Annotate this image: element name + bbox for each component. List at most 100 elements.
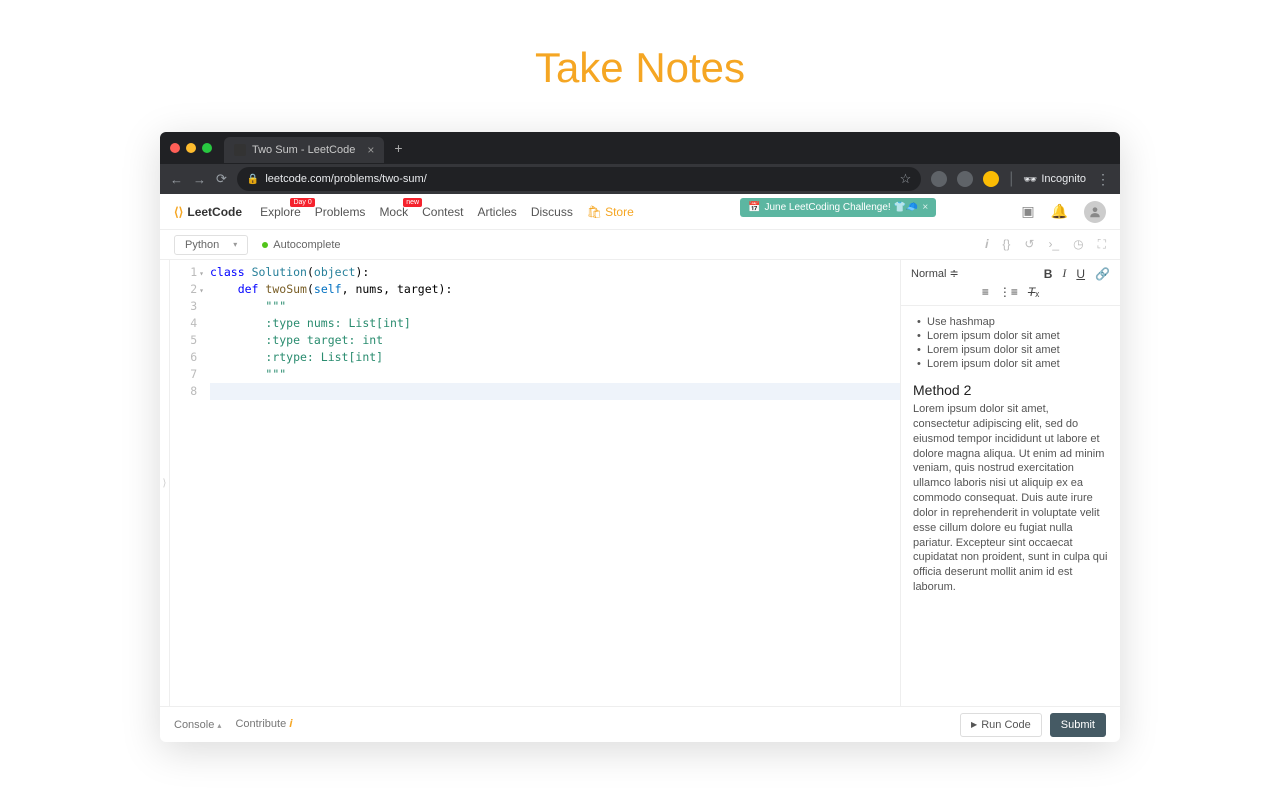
timer-icon[interactable]: ◷ — [1073, 237, 1083, 252]
code-line[interactable]: class Solution(object): — [210, 264, 900, 281]
line-number: 6 — [170, 349, 204, 366]
logo[interactable]: ⟨⟩ LeetCode — [174, 205, 242, 219]
code-line[interactable]: :type target: int — [210, 332, 900, 349]
language-label: Python — [185, 239, 219, 251]
bold-button[interactable]: B — [1044, 267, 1053, 281]
lock-icon: 🔒 — [247, 174, 259, 185]
code-line[interactable]: """ — [210, 366, 900, 383]
note-bullet[interactable]: Lorem ipsum dolor sit amet — [913, 330, 1108, 342]
line-number: 4 — [170, 315, 204, 332]
line-gutter: 1▾2▾3 4 5 6 7 8 — [170, 264, 210, 706]
line-number: 8 — [170, 383, 204, 400]
note-bullet[interactable]: Use hashmap — [913, 316, 1108, 328]
extension-icon[interactable] — [983, 171, 999, 187]
user-avatar[interactable] — [1084, 201, 1106, 223]
extension-icon[interactable] — [957, 171, 973, 187]
panel-resize-handle[interactable]: ⟩ — [160, 260, 170, 706]
chevron-down-icon: ▾ — [233, 240, 237, 249]
run-label: Run Code — [981, 719, 1031, 731]
close-window-button[interactable] — [170, 143, 180, 153]
banner-text: June LeetCoding Challenge! 👕🧢 — [764, 202, 918, 213]
code-line[interactable]: def twoSum(self, nums, target): — [210, 281, 900, 298]
italic-button[interactable]: I — [1062, 266, 1066, 281]
note-bullet[interactable]: Lorem ipsum dolor sit amet — [913, 358, 1108, 370]
code-editor[interactable]: 1▾2▾3 4 5 6 7 8 class Solution(object): … — [170, 260, 900, 706]
code-lines[interactable]: class Solution(object): def twoSum(self,… — [210, 264, 900, 706]
clear-format-button[interactable]: Tₓ — [1028, 285, 1039, 299]
nav-articles[interactable]: Articles — [477, 205, 516, 219]
notes-content[interactable]: Use hashmap Lorem ipsum dolor sit amet Lor… — [901, 306, 1120, 706]
fullscreen-icon[interactable]: ⛶ — [1098, 237, 1106, 252]
star-icon[interactable]: ☆ — [900, 171, 912, 187]
ordered-list-button[interactable]: ≡ — [982, 285, 989, 299]
logo-icon: ⟨⟩ — [174, 205, 183, 219]
nav-badge: new — [403, 198, 422, 207]
terminal-icon[interactable]: ›_ — [1048, 237, 1059, 252]
nav-label: Store — [605, 205, 634, 219]
nav-store[interactable]: 🛍 Store — [587, 205, 634, 219]
code-line[interactable] — [210, 383, 900, 400]
browser-menu-icon[interactable]: ⋮ — [1096, 171, 1110, 188]
browser-window: Two Sum - LeetCode × + ← → ⟳ 🔒 leetcode.… — [160, 132, 1120, 742]
run-code-button[interactable]: ▶ Run Code — [960, 713, 1042, 737]
code-line[interactable]: """ — [210, 298, 900, 315]
extension-icon[interactable] — [931, 171, 947, 187]
submit-button[interactable]: Submit — [1050, 713, 1106, 737]
user-icon — [1088, 205, 1102, 219]
notes-toolbar: Normal ≑ B I U 🔗 ≡ ⋮≡ Tₓ — [901, 260, 1120, 306]
format-selector[interactable]: Normal ≑ — [911, 267, 959, 280]
incognito-label: Incognito — [1041, 173, 1086, 185]
notes-heading[interactable]: Method 2 — [913, 382, 1108, 398]
language-selector[interactable]: Python ▾ — [174, 235, 248, 255]
reload-button[interactable]: ⟳ — [216, 171, 227, 187]
tab-favicon — [234, 144, 246, 156]
playground-icon[interactable]: ▣ — [1021, 203, 1034, 220]
line-number: 3 — [170, 298, 204, 315]
contribute-label: Contribute — [235, 718, 286, 730]
forward-button[interactable]: → — [193, 172, 206, 187]
app-header: ⟨⟩ LeetCode Explore Day 0 Problems Mock … — [160, 194, 1120, 230]
maximize-window-button[interactable] — [202, 143, 212, 153]
nav-label: Mock — [379, 205, 408, 219]
notifications-icon[interactable]: 🔔 — [1051, 203, 1068, 220]
nav-explore[interactable]: Explore Day 0 — [260, 205, 301, 219]
contribute-link[interactable]: Contribute 𝒊 — [235, 718, 292, 731]
notes-paragraph[interactable]: Lorem ipsum dolor sit amet, consectetur … — [913, 402, 1108, 595]
notes-panel: Normal ≑ B I U 🔗 ≡ ⋮≡ Tₓ Use hashmap Lore… — [900, 260, 1120, 706]
back-button[interactable]: ← — [170, 172, 183, 187]
minimize-window-button[interactable] — [186, 143, 196, 153]
main-area: ⟩ 1▾2▾3 4 5 6 7 8 class Solution(object)… — [160, 260, 1120, 706]
info-icon: 𝒊 — [289, 718, 292, 730]
promo-banner[interactable]: 📅 June LeetCoding Challenge! 👕🧢 × — [740, 198, 936, 217]
unordered-list-button[interactable]: ⋮≡ — [999, 285, 1018, 299]
chevron-up-icon: ▴ — [217, 721, 221, 730]
incognito-icon: 🕶 — [1023, 173, 1037, 186]
code-line[interactable]: :type nums: List[int] — [210, 315, 900, 332]
browser-tab-strip: Two Sum - LeetCode × + — [160, 132, 1120, 164]
console-toggle[interactable]: Console ▴ — [174, 719, 221, 731]
code-line[interactable]: :rtype: List[int] — [210, 349, 900, 366]
nav-contest[interactable]: Contest — [422, 205, 463, 219]
underline-button[interactable]: U — [1076, 267, 1085, 281]
nav-mock[interactable]: Mock new — [379, 205, 408, 219]
new-tab-button[interactable]: + — [394, 140, 402, 156]
link-button[interactable]: 🔗 — [1095, 267, 1110, 281]
incognito-indicator: 🕶 Incognito — [1023, 173, 1086, 186]
select-arrows-icon: ≑ — [949, 267, 958, 280]
line-number: 1▾ — [170, 264, 204, 281]
braces-icon[interactable]: {} — [1002, 237, 1010, 252]
window-controls — [170, 143, 212, 153]
banner-close-icon[interactable]: × — [922, 202, 928, 213]
undo-icon[interactable]: ↺ — [1024, 237, 1034, 252]
nav-problems[interactable]: Problems — [315, 205, 366, 219]
page-title: Take Notes — [0, 0, 1280, 132]
autocomplete-label: Autocomplete — [273, 239, 340, 251]
footer: Console ▴ Contribute 𝒊 ▶ Run Code Submit — [160, 706, 1120, 742]
browser-tab[interactable]: Two Sum - LeetCode × — [224, 137, 384, 163]
nav-discuss[interactable]: Discuss — [531, 205, 573, 219]
info-icon[interactable]: 𝒊 — [985, 237, 988, 252]
console-label: Console — [174, 719, 214, 731]
tab-close-icon[interactable]: × — [367, 143, 374, 157]
address-bar[interactable]: 🔒 leetcode.com/problems/two-sum/ ☆ — [237, 167, 921, 191]
note-bullet[interactable]: Lorem ipsum dolor sit amet — [913, 344, 1108, 356]
